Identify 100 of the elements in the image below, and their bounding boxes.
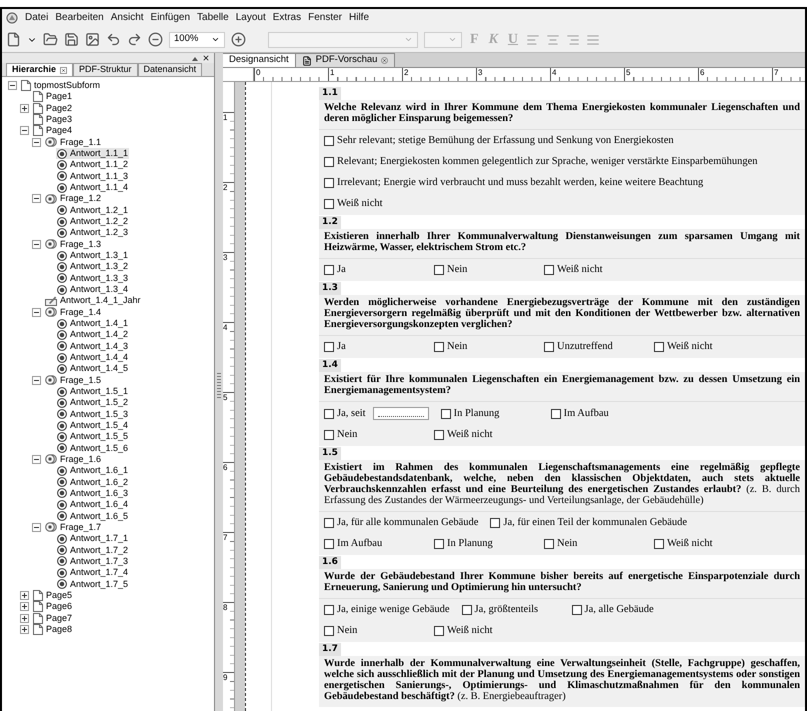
panel-tab[interactable]: Datenansicht — [138, 63, 202, 76]
tree-item[interactable]: Antwort_1.3_3 — [56, 272, 130, 284]
tree-item[interactable]: Page4 — [32, 125, 74, 136]
tree-item[interactable]: Antwort_1.3_2 — [56, 261, 130, 272]
tree-item[interactable]: Antwort_1.3_1 — [56, 250, 130, 262]
checkbox[interactable] — [440, 408, 451, 418]
tree-item[interactable]: Page8 — [32, 624, 74, 635]
tree-item[interactable]: Antwort_1.6_3 — [56, 488, 130, 499]
minimize-icon[interactable] — [192, 56, 198, 60]
checkbox[interactable] — [324, 178, 334, 188]
collapse-toggle[interactable] — [32, 522, 41, 532]
menu-item[interactable]: Einfügen — [150, 11, 190, 25]
expand-toggle[interactable] — [20, 602, 29, 612]
menu-item[interactable]: Extras — [272, 11, 302, 25]
menu-item[interactable]: Layout — [236, 11, 266, 25]
image-icon[interactable] — [85, 32, 100, 47]
checkbox[interactable] — [654, 539, 664, 549]
tree-item[interactable]: Frage_1.5 — [44, 374, 102, 386]
tree-item[interactable]: Antwort_1.2_3 — [56, 227, 130, 238]
collapse-toggle[interactable] — [32, 454, 41, 464]
close-tab-icon[interactable] — [381, 57, 388, 64]
zoom-out-icon[interactable] — [148, 32, 163, 47]
tree-item[interactable]: Frage_1.7 — [44, 522, 102, 533]
tree-item[interactable]: Antwort_1.1_2 — [56, 159, 130, 170]
checkbox[interactable] — [324, 157, 334, 167]
tree-item[interactable]: Frage_1.1 — [44, 136, 102, 148]
checkbox[interactable] — [324, 605, 334, 615]
checkbox[interactable] — [550, 408, 561, 418]
menu-item[interactable]: Bearbeiten — [55, 11, 104, 25]
menu-item[interactable]: Tabelle — [197, 11, 229, 25]
tree-item[interactable]: Antwort_1.5_5 — [56, 431, 130, 442]
checkbox[interactable] — [324, 430, 334, 440]
undo-icon[interactable] — [106, 32, 121, 47]
close-tab-icon[interactable] — [60, 66, 68, 74]
checkbox[interactable] — [490, 518, 500, 528]
font-field[interactable] — [268, 32, 418, 48]
checkbox[interactable] — [324, 265, 334, 275]
expand-toggle[interactable] — [20, 624, 29, 634]
checkbox[interactable] — [544, 539, 554, 549]
zoom-field[interactable]: 100% — [169, 32, 225, 48]
save-icon[interactable] — [64, 32, 79, 47]
tree-item[interactable]: Antwort_1.6_2 — [56, 476, 130, 488]
menu-item[interactable]: Fenster — [308, 11, 342, 25]
collapse-toggle[interactable] — [32, 308, 41, 317]
tree-item[interactable]: Antwort_1.7_1 — [56, 533, 130, 544]
tree-item[interactable]: Frage_1.3 — [44, 238, 102, 250]
checkbox[interactable] — [324, 626, 334, 636]
tree-item[interactable]: Frage_1.6 — [44, 454, 102, 465]
checkbox[interactable] — [462, 605, 472, 615]
tree-item[interactable]: Antwort_1.7_2 — [56, 544, 130, 556]
checkbox[interactable] — [434, 265, 444, 275]
collapse-toggle[interactable] — [8, 81, 17, 90]
checkbox[interactable] — [572, 605, 582, 615]
checkbox[interactable] — [324, 342, 334, 352]
menu-item[interactable]: Ansicht — [110, 11, 144, 25]
tree-item[interactable]: Antwort_1.1_4 — [56, 182, 130, 194]
panel-tab[interactable]: Hierarchie — [6, 63, 74, 76]
collapse-toggle[interactable] — [32, 240, 41, 249]
tree-item[interactable]: Antwort_1.4_2 — [56, 329, 130, 340]
collapse-toggle[interactable] — [32, 194, 41, 204]
tree-item[interactable]: Antwort_1.7_5 — [56, 578, 130, 590]
checkbox[interactable] — [324, 408, 334, 418]
menu-item[interactable]: Datei — [25, 11, 48, 25]
expand-toggle[interactable] — [20, 614, 29, 623]
tree-item[interactable]: topmostSubform — [20, 80, 102, 92]
menu-item[interactable]: Hilfe — [349, 11, 370, 25]
tree-item[interactable]: Antwort_1.5_2 — [56, 397, 130, 408]
checkbox[interactable] — [324, 136, 334, 146]
tree-item[interactable]: Antwort_1.6_5 — [56, 510, 130, 522]
zoom-in-icon[interactable] — [231, 32, 246, 47]
tree-item[interactable]: Frage_1.4 — [44, 306, 102, 318]
checkbox[interactable] — [544, 342, 554, 352]
tree-item[interactable]: Antwort_1.4_5 — [56, 363, 130, 374]
checkbox[interactable] — [324, 539, 334, 549]
tree-item[interactable]: Antwort_1.5_3 — [56, 408, 130, 420]
tree-item[interactable]: Antwort_1.3_4 — [56, 284, 130, 296]
size-field[interactable] — [424, 32, 462, 48]
tree-item[interactable]: Antwort_1.4_1_Jahr — [44, 295, 142, 306]
tree-item[interactable]: Page2 — [32, 102, 74, 114]
tree-item[interactable]: Antwort_1.5_6 — [56, 442, 130, 454]
expand-toggle[interactable] — [20, 590, 29, 600]
checkbox[interactable] — [324, 518, 334, 528]
checkbox[interactable] — [324, 199, 334, 209]
tree-item[interactable]: Antwort_1.4_4 — [56, 352, 130, 364]
tree-item[interactable]: Frage_1.2 — [44, 193, 102, 204]
panel-tab[interactable]: PDF-Struktur — [73, 63, 138, 76]
tree-item[interactable]: Antwort_1.6_4 — [56, 499, 130, 510]
tree-item[interactable]: Page1 — [32, 91, 74, 102]
collapse-toggle[interactable] — [32, 138, 41, 147]
tree-item[interactable]: Page6 — [32, 601, 74, 612]
tree-item[interactable]: Antwort_1.1_3 — [56, 170, 130, 182]
tree-item[interactable]: Page5 — [32, 590, 74, 601]
redo-icon[interactable] — [127, 32, 142, 47]
checkbox[interactable] — [434, 430, 444, 440]
document-tab[interactable]: PDF-Vorschau — [296, 53, 396, 67]
tree-item[interactable]: Antwort_1.7_3 — [56, 556, 130, 567]
tree-item[interactable]: Page3 — [32, 114, 74, 126]
new-document-icon[interactable] — [6, 32, 21, 47]
expand-toggle[interactable] — [20, 104, 29, 113]
checkbox[interactable] — [434, 626, 444, 636]
